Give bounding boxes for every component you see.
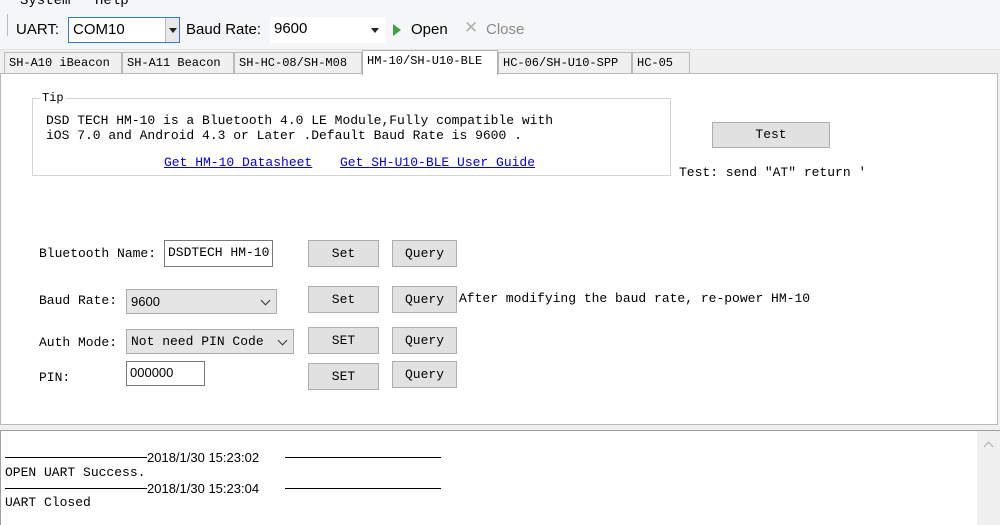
log-scrollbar[interactable] — [977, 431, 1000, 525]
tab-hc-06-spp[interactable]: HC-06/SH-U10-SPP — [498, 52, 632, 74]
pin-label: PIN: — [39, 370, 71, 385]
chevron-down-icon — [277, 335, 288, 346]
baud-rate-set-button[interactable]: Set — [308, 286, 379, 313]
baud-rate-query-button[interactable]: Query — [392, 286, 457, 313]
toolbar-grip — [7, 14, 8, 36]
pin-query-button[interactable]: Query — [392, 361, 457, 388]
auth-mode-label: Auth Mode: — [39, 335, 118, 350]
menu-bar: System Help — [0, 0, 1000, 10]
log-divider — [5, 457, 147, 458]
test-hint: Test: send "AT" return ' — [679, 165, 867, 180]
log-timestamp: 2018/1/30 15:23:02 — [147, 450, 260, 465]
tab-sh-a11-beacon[interactable]: SH-A11 Beacon — [122, 52, 234, 74]
log-divider — [285, 488, 441, 489]
baud-rate-select[interactable]: 9600 — [270, 17, 386, 43]
close-x-icon: ✕ — [464, 18, 479, 37]
open-button[interactable]: Open — [389, 15, 455, 45]
tab-hm-10-ble[interactable]: HM-10/SH-U10-BLE — [362, 50, 498, 75]
tip-title: Tip — [40, 91, 66, 105]
user-guide-link[interactable]: Get SH-U10-BLE User Guide — [340, 155, 535, 170]
tab-strip: SH-A10 iBeacon SH-A11 Beacon SH-HC-08/SH… — [0, 50, 1000, 75]
chevron-down-icon — [169, 28, 177, 33]
close-button[interactable]: ✕ Close — [462, 15, 532, 45]
log-divider — [5, 488, 147, 489]
uart-label: UART: — [16, 21, 60, 38]
port-dropdown-button[interactable] — [165, 18, 179, 42]
baud-rate-dropdown-value: 9600 — [131, 294, 160, 309]
pin-set-button[interactable]: SET — [308, 363, 379, 390]
bluetooth-name-label: Bluetooth Name: — [39, 246, 157, 261]
chevron-up-icon[interactable] — [983, 441, 994, 452]
datasheet-link[interactable]: Get HM-10 Datasheet — [164, 155, 312, 170]
chevron-down-icon — [260, 295, 271, 306]
toolbar: UART: COM10 Baud Rate: 9600 Open ✕ Close — [0, 10, 1000, 50]
auth-mode-query-button[interactable]: Query — [392, 327, 457, 354]
log-timestamp: 2018/1/30 15:23:04 — [147, 481, 260, 496]
baud-rate-dropdown[interactable]: 9600 — [126, 289, 277, 314]
log-divider — [285, 457, 441, 458]
menu-system[interactable]: System — [20, 0, 70, 9]
tab-sh-hc-08[interactable]: SH-HC-08/SH-M08 — [234, 52, 362, 74]
bluetooth-name-set-button[interactable]: Set — [308, 240, 379, 267]
baud-rate-label: Baud Rate: — [186, 21, 262, 38]
bluetooth-name-query-button[interactable]: Query — [392, 240, 457, 267]
auth-mode-dropdown-value: Not need PIN Code — [131, 334, 264, 349]
pin-input[interactable]: 000000 — [126, 361, 205, 386]
log-entry: UART Closed — [5, 495, 91, 510]
auth-mode-dropdown[interactable]: Not need PIN Code — [126, 329, 294, 354]
test-button[interactable]: Test — [712, 122, 830, 148]
auth-mode-set-button[interactable]: SET — [308, 327, 379, 354]
menu-help[interactable]: Help — [95, 0, 129, 9]
bluetooth-name-input[interactable]: DSDTECH HM-10 — [164, 240, 273, 267]
open-button-label: Open — [411, 21, 448, 38]
chevron-down-icon — [371, 28, 379, 33]
log-entry: OPEN UART Success. — [5, 465, 146, 480]
port-select-value: COM10 — [73, 21, 125, 38]
play-icon — [393, 24, 401, 36]
log-output[interactable]: 2018/1/30 15:23:02 OPEN UART Success. 20… — [0, 430, 1000, 525]
tab-sh-a10-ibeacon[interactable]: SH-A10 iBeacon — [4, 52, 122, 74]
baud-rate-select-value: 9600 — [274, 20, 308, 37]
close-button-label: Close — [486, 21, 525, 38]
tab-hc-05[interactable]: HC-05 — [632, 52, 690, 74]
port-select[interactable]: COM10 — [68, 17, 180, 43]
tip-text: DSD TECH HM-10 is a Bluetooth 4.0 LE Mod… — [46, 113, 554, 143]
baud-rate-form-label: Baud Rate: — [39, 293, 118, 308]
baud-rate-note: After modifying the baud rate, re-power … — [459, 291, 811, 306]
